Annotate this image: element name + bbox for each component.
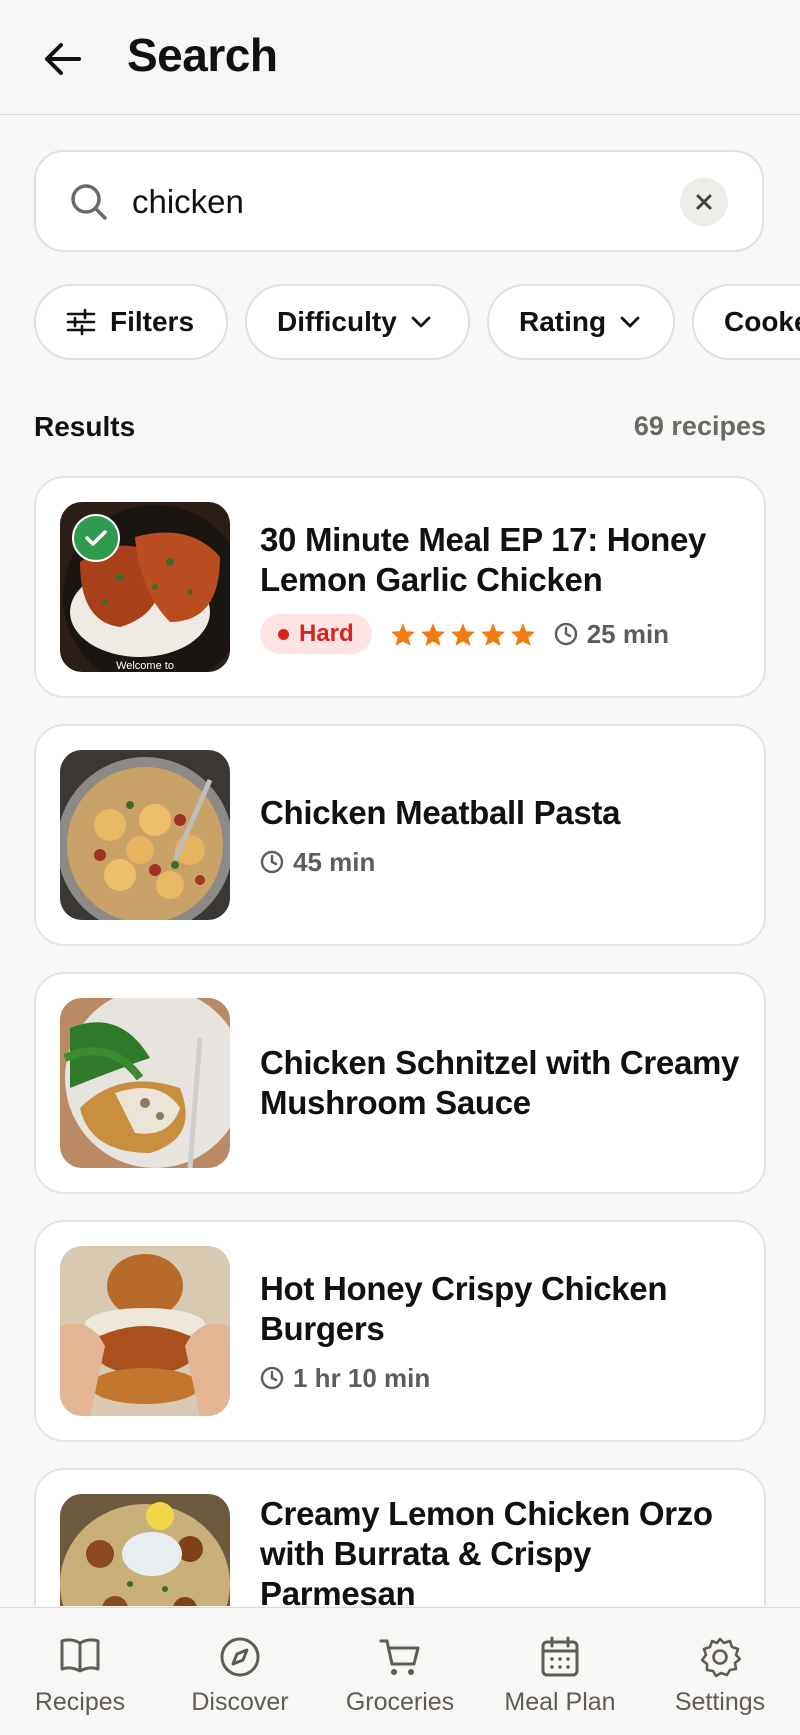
cooked-chip[interactable]: Cooke: [692, 284, 800, 360]
cook-time: 25 min: [554, 619, 669, 650]
difficulty-chip-label: Difficulty: [277, 306, 397, 337]
clock-icon: [554, 622, 577, 646]
back-button[interactable]: [38, 34, 88, 84]
tab-settings[interactable]: Settings: [640, 1636, 800, 1717]
cooked-chip-label: Cooke: [724, 306, 800, 337]
star-icon: [510, 622, 535, 646]
tab-label: Recipes: [34, 1688, 126, 1716]
recipe-card[interactable]: Chicken Schnitzel with Creamy Mushroom S…: [34, 972, 766, 1194]
search-input[interactable]: [132, 174, 692, 230]
star-icon: [480, 622, 505, 646]
cook-time-label: 1 hr 10 min: [293, 1362, 431, 1393]
tab-discover[interactable]: Discover: [160, 1636, 320, 1717]
star-icon: [390, 622, 415, 646]
recipe-card[interactable]: Creamy Lemon Chicken Orzo with Burrata &…: [34, 1468, 766, 1606]
difficulty-badge: Hard: [260, 614, 372, 654]
cook-time-label: 45 min: [293, 846, 376, 877]
star-icon: [420, 622, 445, 646]
recipe-title: 30 Minute Meal EP 17: Honey Lemon Garlic…: [260, 521, 707, 598]
filters-chip-label: Filters: [110, 306, 195, 337]
thumbnail-caption: Welcome to: [116, 660, 174, 672]
clear-search-button[interactable]: [680, 178, 728, 226]
cook-time: 45 min: [260, 847, 375, 878]
tab-label: Settings: [674, 1688, 766, 1716]
tab-label: Meal Plan: [504, 1688, 616, 1716]
tab-groceries[interactable]: Groceries: [320, 1636, 480, 1717]
cook-time: 1 hr 10 min: [260, 1363, 430, 1394]
chevron-down-icon: [620, 316, 640, 328]
calendar-icon: [541, 1636, 579, 1677]
recipe-thumbnail: [60, 998, 230, 1168]
difficulty-dot: [278, 628, 289, 640]
filter-chip-row: Filters Difficulty Rating Cooke: [34, 284, 800, 360]
rating-chip-label: Rating: [519, 306, 607, 337]
recipe-title: Creamy Lemon Chicken Orzo with Burrata &…: [260, 1495, 713, 1606]
recipe-title: Chicken Schnitzel with Creamy Mushroom S…: [260, 1044, 740, 1121]
tab-meal-plan[interactable]: Meal Plan: [480, 1636, 640, 1717]
results-count: 69 recipes: [633, 411, 766, 441]
difficulty-label: Hard: [299, 620, 354, 647]
sliders-icon: [66, 308, 96, 336]
search-field[interactable]: [34, 150, 764, 252]
recipe-list: Welcome to 30 Minute Meal EP 17: Honey L…: [34, 476, 766, 1606]
recipe-thumbnail: [60, 1494, 230, 1606]
rating-chip[interactable]: Rating: [487, 284, 675, 360]
tab-label: Discover: [191, 1688, 289, 1716]
difficulty-chip[interactable]: Difficulty: [245, 284, 470, 360]
cook-time-label: 25 min: [586, 618, 670, 649]
arrow-left-icon: [45, 43, 81, 75]
recipe-card[interactable]: Hot Honey Crispy Chicken Burgers 1 hr 10…: [34, 1220, 766, 1442]
check-icon: [85, 530, 107, 546]
rating-stars: [390, 622, 536, 647]
close-icon: [696, 194, 712, 210]
recipe-thumbnail: [60, 1246, 230, 1416]
clock-icon: [260, 850, 284, 874]
top-app-bar: Search: [0, 0, 800, 115]
recipe-thumbnail: Welcome to: [60, 502, 230, 672]
recipe-title: Hot Honey Crispy Chicken Burgers: [260, 1269, 668, 1347]
selected-check-badge: [72, 514, 120, 562]
bottom-tab-bar: Recipes Discover Groceries Meal Plan Set…: [0, 1607, 800, 1735]
results-heading: Results: [34, 411, 136, 442]
filters-chip[interactable]: Filters: [34, 284, 228, 360]
page-title: Search: [127, 29, 278, 81]
chevron-down-icon: [411, 316, 431, 328]
search-icon: [71, 184, 107, 220]
recipe-title: Chicken Meatball Pasta: [260, 793, 621, 831]
recipe-card[interactable]: Chicken Meatball Pasta 45 min: [34, 724, 766, 946]
gear-icon: [700, 1637, 741, 1678]
star-icon: [450, 622, 475, 646]
clock-icon: [260, 1366, 284, 1390]
recipe-card[interactable]: Welcome to 30 Minute Meal EP 17: Honey L…: [34, 476, 766, 698]
book-icon: [60, 1638, 100, 1673]
recipe-thumbnail: [60, 750, 230, 920]
cart-icon: [379, 1639, 420, 1675]
compass-icon: [220, 1637, 260, 1677]
tab-recipes[interactable]: Recipes: [0, 1636, 160, 1717]
tab-label: Groceries: [345, 1688, 455, 1716]
